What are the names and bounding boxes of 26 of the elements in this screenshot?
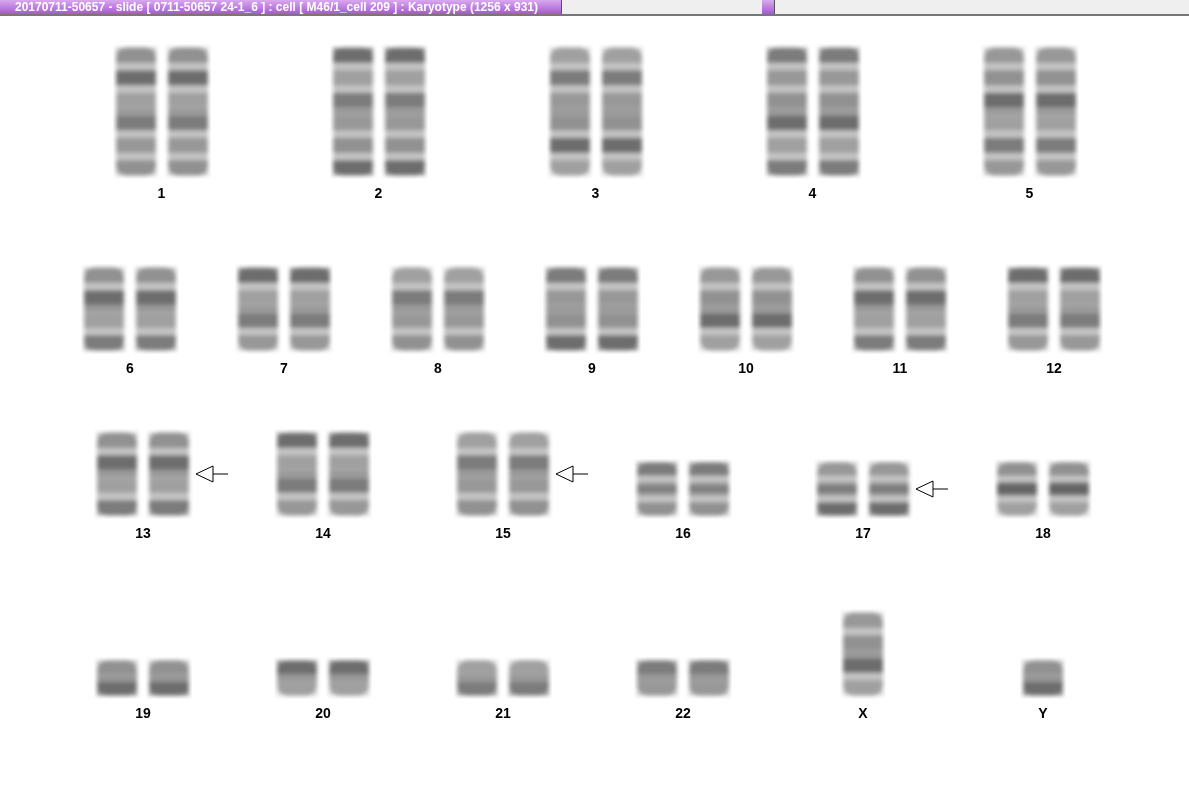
chromosome-number: 14 xyxy=(315,525,331,541)
chromosome-number: 9 xyxy=(588,360,596,376)
chromosome-number: 12 xyxy=(1046,360,1062,376)
chromosome-number: 3 xyxy=(591,185,600,201)
chromosome-number: 1 xyxy=(157,185,166,201)
chromosome-number: 16 xyxy=(675,525,691,541)
chromosome-number: Y xyxy=(1038,705,1048,721)
chromosome-number: 6 xyxy=(126,360,134,376)
chromosome-number: 20 xyxy=(315,705,331,721)
chromosome-number: 8 xyxy=(434,360,442,376)
chromosome-number: 19 xyxy=(135,705,151,721)
chromosome-number: 18 xyxy=(1035,525,1051,541)
chromosome-number: 2 xyxy=(374,185,383,201)
chromosome-number: 10 xyxy=(738,360,754,376)
chromosome-number: 11 xyxy=(892,360,908,376)
chromosome-number: 4 xyxy=(808,185,817,201)
window-title: 20170711-50657 - slide [ 0711-50657 24-1_6 ] : cell [ M46/1_cell 209 ] : Karyotype (1256 x 931) xyxy=(0,0,562,14)
chromosome-number: 15 xyxy=(495,525,511,541)
chromosome-number: 7 xyxy=(280,360,288,376)
chromosome-number: 22 xyxy=(675,705,691,721)
chromosome-number: X xyxy=(858,705,868,721)
chromosome-number: 13 xyxy=(135,525,151,541)
title-tab[interactable] xyxy=(762,0,775,14)
chromosome-number: 21 xyxy=(495,705,511,721)
chromosome-number: 5 xyxy=(1025,185,1034,201)
chromosome-number: 17 xyxy=(855,525,871,541)
